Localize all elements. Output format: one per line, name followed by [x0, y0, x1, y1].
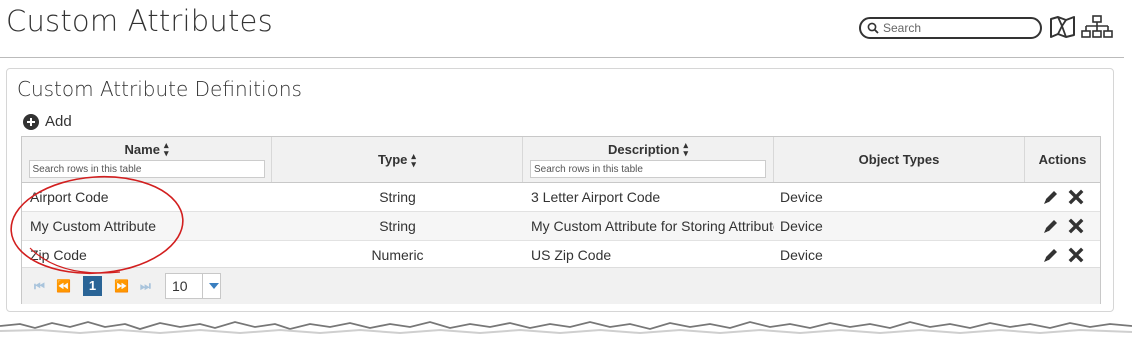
cell-name: Airport Code: [30, 189, 109, 205]
global-search[interactable]: [859, 17, 1042, 39]
hierarchy-icon[interactable]: [1081, 15, 1113, 40]
next-page-icon[interactable]: ⏩: [114, 279, 129, 293]
cell-name: Zip Code: [30, 247, 87, 263]
table-row[interactable]: Zip Code Numeric US Zip Code Device: [22, 241, 1100, 270]
table-row[interactable]: Airport Code String 3 Letter Airport Cod…: [22, 183, 1100, 212]
first-page-icon[interactable]: ⏮: [34, 279, 45, 294]
edit-icon[interactable]: [1042, 217, 1060, 235]
page-title: Custom Attributes: [6, 4, 273, 38]
page-size-select[interactable]: 10: [165, 273, 221, 299]
sort-icon: ▴ ▾: [683, 140, 689, 158]
search-icon: [867, 22, 879, 34]
add-icon: [23, 113, 39, 130]
column-header-type: Type ▴ ▾: [272, 137, 523, 182]
cell-object-types: Device: [780, 218, 823, 234]
cell-type: String: [379, 189, 416, 205]
column-label: Description: [607, 141, 680, 157]
name-filter-input[interactable]: [28, 160, 265, 178]
cell-description: My Custom Attribute for Storing Attribut…: [531, 218, 774, 234]
torn-edge: [0, 321, 1132, 342]
delete-icon[interactable]: [1068, 247, 1084, 263]
last-page-icon[interactable]: ⏭: [140, 279, 151, 294]
select-divider: [202, 274, 203, 298]
column-header-object-types: Object Types: [774, 137, 1025, 182]
edit-icon[interactable]: [1042, 188, 1060, 206]
delete-icon[interactable]: [1068, 189, 1084, 205]
attributes-table: Name ▴▾ Type ▴▾ Description ▴▾ Object: [21, 136, 1101, 304]
table-row[interactable]: My Custom Attribute String My Custom Att…: [22, 212, 1100, 241]
sort-icon: ▴ ▾: [411, 150, 416, 169]
column-label: Type: [378, 152, 408, 167]
column-header-name: Name ▴ ▾: [22, 137, 272, 182]
cell-object-types: Device: [780, 189, 823, 205]
column-label: Object Types: [858, 152, 940, 167]
cell-name: My Custom Attribute: [30, 218, 157, 234]
sort-type-button[interactable]: Type ▴ ▾: [378, 150, 416, 169]
add-button[interactable]: Add: [23, 113, 72, 130]
chevron-down-icon: [209, 283, 219, 289]
page-number-button[interactable]: 1: [83, 276, 102, 296]
column-header-actions: Actions: [1025, 137, 1100, 182]
sort-name-button[interactable]: Name ▴ ▾: [124, 140, 169, 158]
column-header-description: Description ▴ ▾: [523, 137, 774, 182]
cell-actions: [1025, 246, 1100, 264]
table-header: Name ▴▾ Type ▴▾ Description ▴▾ Object: [22, 137, 1100, 183]
description-filter-input[interactable]: [530, 160, 766, 178]
panel-title: Custom Attribute Definitions: [17, 77, 302, 101]
edit-icon[interactable]: [1042, 246, 1060, 264]
cell-actions: [1025, 217, 1100, 235]
page-size-value: 10: [172, 278, 188, 294]
sort-description-button[interactable]: Description ▴ ▾: [607, 140, 689, 158]
map-icon[interactable]: [1049, 15, 1076, 39]
table-body: Airport Code String 3 Letter Airport Cod…: [22, 183, 1100, 270]
cell-description: 3 Letter Airport Code: [531, 189, 661, 205]
cell-object-types: Device: [780, 247, 823, 263]
column-label: Actions: [1038, 152, 1087, 167]
prev-page-icon[interactable]: ⏪: [56, 279, 71, 293]
sort-icon: ▴ ▾: [163, 140, 169, 158]
cell-description: US Zip Code: [531, 247, 612, 263]
cell-actions: [1025, 188, 1100, 206]
definitions-panel: Custom Attribute Definitions Add Name ▴ ▾…: [6, 68, 1114, 312]
delete-icon[interactable]: [1068, 218, 1084, 234]
title-divider: [0, 57, 1124, 58]
add-label: Add: [45, 113, 72, 130]
cell-type: String: [379, 218, 416, 234]
column-label: Name: [124, 141, 160, 157]
search-input[interactable]: [883, 21, 1033, 35]
pagination-bar: ⏮ ⏪ 1 ⏩ ⏭ 10: [22, 267, 1100, 304]
cell-type: Numeric: [371, 247, 424, 263]
